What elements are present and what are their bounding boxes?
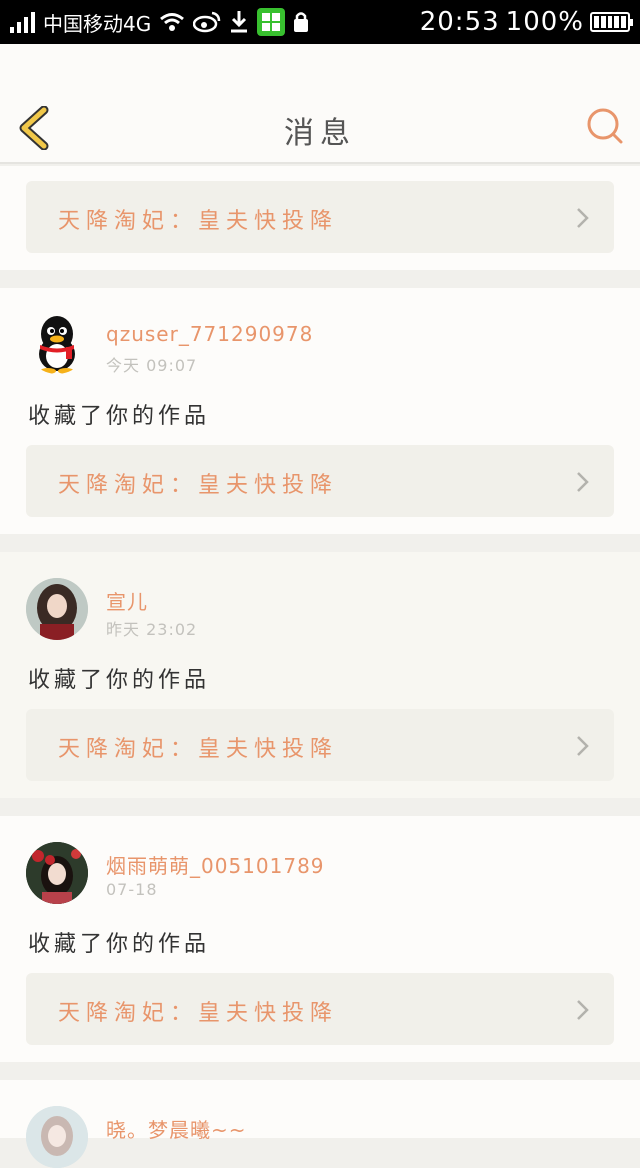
signal-icon (10, 11, 35, 33)
username[interactable]: 宣儿 (106, 586, 148, 615)
username[interactable]: 烟雨萌萌_005101789 (106, 850, 325, 879)
chevron-right-icon (577, 736, 589, 756)
username[interactable]: qzuser_771290978 (106, 322, 313, 346)
work-link[interactable]: 天降淘妃：皇夫快投降 (26, 445, 614, 517)
chevron-right-icon (577, 472, 589, 492)
notification-card: 烟雨萌萌_005101789 07-18 收藏了你的作品 天降淘妃：皇夫快投降 (0, 816, 640, 1062)
battery-icon (590, 12, 633, 32)
work-title: 天降淘妃：皇夫快投降 (58, 1001, 339, 1026)
app-grid-icon (257, 8, 286, 36)
carrier-label: 中国移动4G (43, 11, 152, 36)
timestamp: 昨天 23:02 (106, 620, 198, 639)
battery-percent: 100% (505, 7, 584, 37)
notification-card: 宣儿 昨天 23:02 收藏了你的作品 天降淘妃：皇夫快投降 (0, 552, 640, 798)
notification-card: qzuser_771290978 今天 09:07 收藏了你的作品 天降淘妃：皇… (0, 288, 640, 534)
qq-penguin-avatar[interactable] (26, 312, 88, 374)
page-title: 消息 (284, 116, 356, 151)
notification-card: 晓。梦晨曦~~ (0, 1080, 640, 1168)
girl-flowers-avatar[interactable] (26, 842, 88, 904)
work-title: 天降淘妃：皇夫快投降 (58, 209, 339, 234)
search-icon[interactable] (586, 107, 624, 145)
work-link[interactable]: 天降淘妃：皇夫快投降 (26, 181, 614, 253)
download-icon (231, 11, 248, 33)
action-text: 收藏了你的作品 (28, 932, 211, 957)
clock: 20:53 (419, 7, 500, 37)
timestamp: 07-18 (106, 880, 158, 899)
work-title: 天降淘妃：皇夫快投降 (58, 473, 339, 498)
chevron-right-icon (577, 1000, 589, 1020)
weibo-icon (193, 11, 221, 33)
work-link[interactable]: 天降淘妃：皇夫快投降 (26, 709, 614, 781)
notification-card: 天降淘妃：皇夫快投降 (0, 166, 640, 270)
chevron-right-icon (577, 208, 589, 228)
action-text: 收藏了你的作品 (28, 668, 211, 693)
timestamp: 今天 09:07 (106, 356, 198, 375)
username[interactable]: 晓。梦晨曦~~ (106, 1114, 247, 1143)
work-link[interactable]: 天降淘妃：皇夫快投降 (26, 973, 614, 1045)
lock-icon (294, 12, 309, 32)
nav-bar: 消息 (0, 44, 640, 164)
wifi-icon (160, 13, 185, 31)
girl-light-avatar[interactable] (26, 1106, 88, 1168)
work-title: 天降淘妃：皇夫快投降 (58, 737, 339, 762)
action-text: 收藏了你的作品 (28, 404, 211, 429)
girl-photo-avatar[interactable] (26, 578, 88, 640)
status-bar: 中国移动4G 20:53 100% (0, 0, 640, 44)
